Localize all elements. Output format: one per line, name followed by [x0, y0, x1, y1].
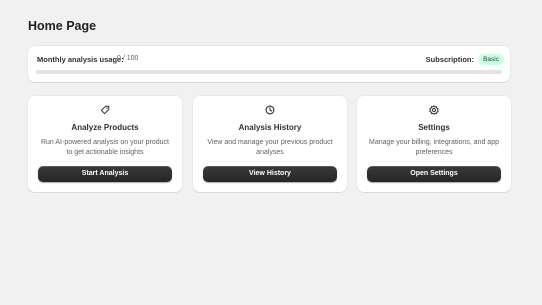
card-title: Analyze Products	[71, 123, 139, 132]
tag-icon	[100, 105, 110, 115]
analysis-history-card: Analysis History View and manage your pr…	[193, 96, 347, 192]
card-description: Manage your billing, integrations, and a…	[369, 139, 499, 156]
open-settings-button[interactable]: Open Settings	[367, 166, 501, 182]
card-description: View and manage your previous product an…	[207, 139, 333, 156]
usage-card: Monthly analysis usage: 0 / 100 Subscrip…	[28, 46, 510, 82]
card-title: Settings	[418, 123, 450, 132]
clock-icon	[265, 105, 275, 115]
page-title: Home Page	[28, 19, 97, 33]
subscription-badge: Basic	[478, 53, 504, 65]
subscription-label: Subscription:	[425, 55, 474, 64]
card-title: Analysis History	[238, 123, 302, 132]
gear-icon	[429, 105, 439, 115]
start-analysis-button[interactable]: Start Analysis	[38, 166, 172, 182]
analyze-products-card: Analyze Products Run AI-powered analysis…	[28, 96, 182, 192]
usage-value: 0 / 100	[117, 55, 139, 62]
usage-progress-bar	[36, 70, 502, 74]
settings-card: Settings Manage your billing, integratio…	[357, 96, 511, 192]
card-description: Run AI-powered analysis on your product …	[40, 139, 170, 156]
view-history-button[interactable]: View History	[203, 166, 337, 182]
usage-label: Monthly analysis usage:	[37, 55, 124, 64]
